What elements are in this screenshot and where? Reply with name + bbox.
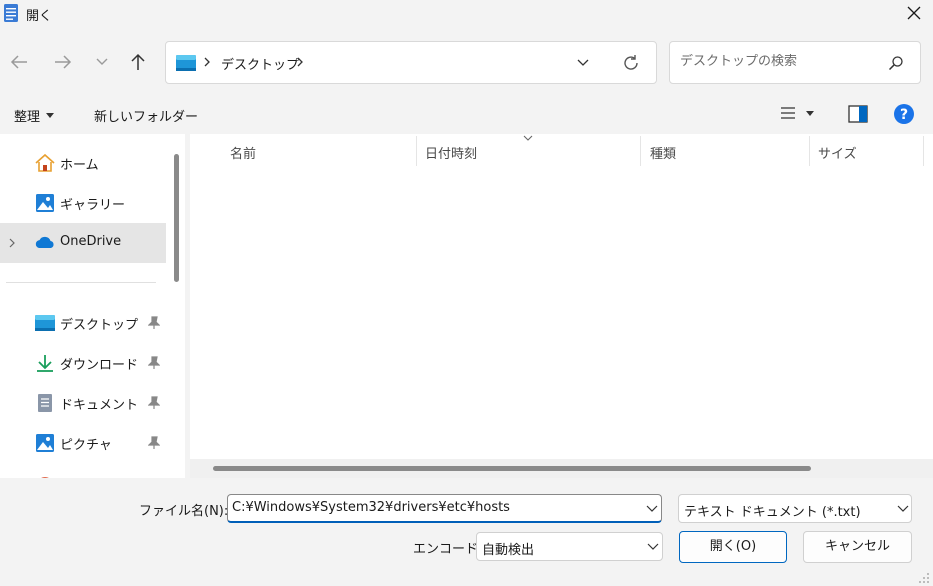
nav-item-documents[interactable]: ドキュメント [0, 383, 166, 423]
pictures-icon [34, 433, 56, 453]
refresh-button[interactable] [621, 53, 641, 73]
sort-chevron-icon [523, 135, 533, 141]
chevron-right-icon[interactable] [8, 236, 16, 250]
column-type[interactable]: 種類 [650, 143, 676, 162]
forward-button[interactable] [49, 48, 77, 76]
back-button[interactable] [5, 48, 33, 76]
window-title: 開く [26, 9, 53, 24]
arrow-right-icon [55, 55, 72, 69]
pin-icon[interactable] [148, 356, 160, 370]
recent-locations-button[interactable] [88, 48, 116, 76]
column-header: 名前 日付時刻 種類 サイズ [190, 134, 933, 167]
nav-item-downloads[interactable]: ダウンロード [0, 343, 166, 383]
arrow-up-icon [131, 53, 145, 70]
gallery-icon [34, 193, 56, 213]
cancel-button[interactable]: キャンセル [803, 531, 912, 563]
address-bar[interactable]: デスクトップ [165, 41, 657, 84]
arrow-left-icon [10, 55, 27, 69]
chevron-down-icon [96, 58, 108, 65]
filetype-value: テキスト ドキュメント (*.txt) [684, 505, 861, 520]
chevron-down-icon [897, 505, 909, 512]
caret-down-icon [806, 110, 814, 116]
nav-item-home[interactable]: ホーム [0, 143, 166, 183]
nav-item-label: ピクチャ [60, 438, 112, 453]
filetype-select[interactable]: テキスト ドキュメント (*.txt) [678, 494, 912, 523]
chevron-down-icon [577, 59, 589, 66]
close-icon [907, 6, 921, 20]
desktop-folder-icon [34, 313, 56, 333]
preview-pane-button[interactable] [848, 105, 868, 123]
resize-grip-icon[interactable] [918, 572, 930, 584]
chevron-down-icon [647, 543, 659, 550]
command-bar: 整理 新しいフォルダー ? [0, 96, 933, 134]
nav-item-label: ダウンロード [60, 358, 139, 373]
nav-item-music-partial[interactable] [0, 463, 166, 478]
nav-item-gallery[interactable]: ギャラリー [0, 183, 166, 223]
nav-item-label: ドキュメント [60, 398, 139, 413]
column-divider[interactable] [640, 136, 641, 166]
nav-divider [6, 282, 156, 283]
search-box[interactable] [669, 41, 921, 84]
column-divider[interactable] [923, 136, 924, 166]
column-size[interactable]: サイズ [818, 143, 857, 162]
preview-pane-icon [848, 105, 868, 123]
caret-down-icon [46, 113, 55, 118]
breadcrumb-desktop[interactable]: デスクトップ [221, 54, 299, 73]
dialog-footer: ファイル名(N): テキスト ドキュメント (*.txt) エンコード: 自動検… [0, 478, 933, 586]
breadcrumb-separator-icon[interactable] [296, 54, 304, 70]
up-button[interactable] [124, 48, 152, 76]
breadcrumb-separator-icon[interactable] [203, 54, 211, 70]
column-name[interactable]: 名前 [230, 143, 256, 162]
filename-label: ファイル名(N): [139, 504, 229, 519]
nav-item-label: OneDrive [60, 234, 122, 249]
search-icon[interactable] [888, 55, 904, 71]
pin-icon[interactable] [148, 316, 160, 330]
column-divider[interactable] [809, 136, 810, 166]
column-date[interactable]: 日付時刻 [425, 143, 477, 162]
close-button[interactable] [896, 0, 932, 26]
filename-input[interactable] [232, 500, 632, 515]
nav-item-label: ギャラリー [60, 198, 126, 213]
help-icon[interactable]: ? [893, 103, 915, 125]
filename-combobox[interactable] [227, 494, 662, 523]
encoding-select[interactable]: 自動検出 [476, 532, 663, 561]
new-folder-button[interactable]: 新しいフォルダー [94, 106, 198, 125]
encoding-label: エンコード: [413, 542, 483, 557]
list-view-icon [781, 107, 795, 119]
view-options-menu[interactable] [780, 106, 814, 120]
encoding-value: 自動検出 [482, 543, 535, 558]
desktop-folder-icon [176, 55, 196, 71]
open-button[interactable]: 開く(O) [679, 531, 787, 563]
nav-item-onedrive[interactable]: OneDrive [0, 223, 166, 263]
nav-item-desktop[interactable]: デスクトップ [0, 303, 166, 343]
nav-item-pictures[interactable]: ピクチャ [0, 423, 166, 463]
download-icon [34, 353, 56, 373]
chevron-down-icon[interactable] [646, 505, 658, 513]
refresh-icon [624, 55, 638, 70]
pin-icon[interactable] [148, 396, 160, 410]
pin-icon[interactable] [148, 436, 160, 450]
home-icon [34, 153, 56, 173]
search-input[interactable] [680, 54, 880, 69]
file-list[interactable]: 名前 日付時刻 種類 サイズ [190, 134, 933, 478]
organize-label: 整理 [14, 110, 41, 125]
horizontal-scrollbar[interactable] [213, 466, 811, 471]
nav-item-label: デスクトップ [60, 318, 139, 333]
nav-scrollbar[interactable] [174, 154, 179, 282]
column-divider[interactable] [416, 136, 417, 166]
nav-item-label: ホーム [60, 158, 99, 173]
svg-text:?: ? [900, 107, 908, 123]
title-bar: 開く [0, 0, 933, 28]
address-history-dropdown[interactable] [576, 56, 590, 70]
organize-menu[interactable]: 整理 [14, 106, 55, 125]
document-icon [34, 393, 56, 413]
navigation-pane[interactable]: ホーム ギャラリー OneDrive デスクトップ ダウンロード ドキュメント … [0, 134, 185, 478]
notepad-icon [3, 3, 19, 23]
onedrive-icon [34, 233, 56, 253]
